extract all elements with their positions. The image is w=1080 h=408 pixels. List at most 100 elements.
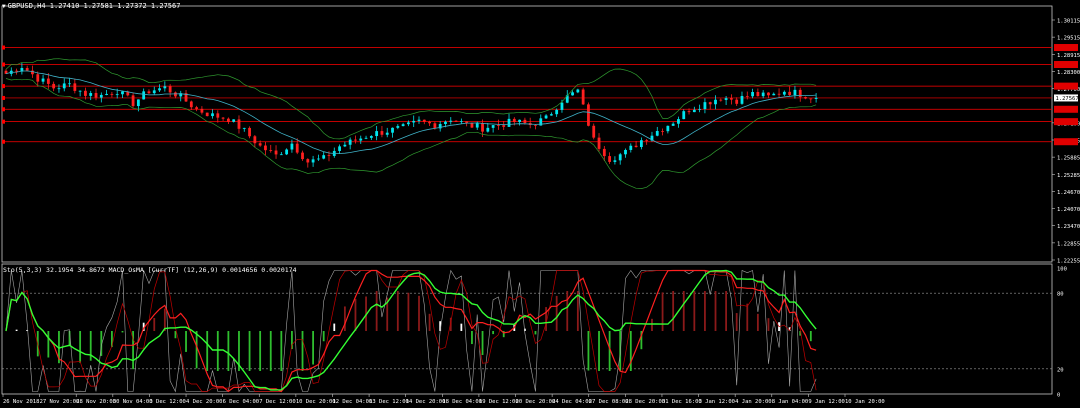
candle-body — [587, 104, 590, 126]
candle-body — [301, 152, 304, 160]
candle-body — [677, 119, 680, 124]
candle-body — [311, 159, 315, 163]
caret-down-icon[interactable]: ▼ — [2, 3, 6, 10]
level-marker — [2, 119, 5, 124]
candle-body — [687, 111, 691, 113]
price-tag — [1054, 44, 1078, 52]
candle-body — [158, 88, 161, 91]
candle-body — [661, 130, 664, 132]
candle-body — [549, 114, 553, 116]
candle-body — [200, 108, 204, 113]
candle-body — [613, 160, 617, 162]
time-axis-label: 27 Nov 20:00 — [40, 399, 80, 405]
indicator-axis-label: 100 — [1057, 267, 1067, 273]
candle-body — [470, 122, 474, 128]
candle-body — [316, 158, 320, 160]
price-axis-label: 1.24070 — [1057, 207, 1080, 213]
candle-body — [359, 138, 363, 141]
candle-body — [809, 98, 813, 100]
osma-bar — [227, 331, 230, 371]
osma-bar — [153, 317, 156, 331]
level-marker — [2, 84, 5, 89]
price-tag — [1054, 105, 1078, 113]
candle-body — [57, 88, 61, 90]
price-tag — [1054, 138, 1078, 146]
candle-body — [475, 123, 479, 128]
osma-bar — [47, 331, 50, 358]
candle-body — [211, 113, 214, 117]
candle-body — [136, 99, 140, 107]
candle-body — [666, 125, 670, 132]
time-axis-label: 10 Dec 20:00 — [296, 399, 336, 405]
osma-bar — [672, 291, 675, 331]
osma-bar — [269, 331, 272, 371]
candle-body — [798, 89, 802, 98]
candle-body — [322, 155, 326, 159]
indicator-axis-label: 20 — [1057, 367, 1064, 373]
candle-body — [221, 117, 225, 119]
osma-bar — [301, 331, 304, 371]
osma-bar — [418, 295, 420, 331]
candle-body — [364, 137, 368, 139]
candle-body — [290, 143, 294, 150]
candle-body — [295, 143, 299, 153]
candle-body — [147, 91, 151, 94]
osma-bar — [545, 307, 547, 331]
candle-body — [608, 156, 612, 162]
price-axis-label: 1.25285 — [1057, 173, 1080, 179]
osma-bar — [566, 291, 569, 331]
candle-body — [507, 118, 511, 127]
candle-body — [189, 101, 193, 108]
candle-body — [793, 89, 797, 96]
osma-bar — [746, 303, 749, 331]
price-axis-label: 1.28300 — [1057, 70, 1080, 76]
candle-body — [777, 93, 781, 95]
candle-body — [555, 109, 559, 115]
candle-body — [41, 78, 45, 82]
chart-canvas[interactable]: 1.301151.295151.289151.283001.277001.271… — [0, 0, 1080, 408]
candle-body — [729, 98, 733, 100]
osma-bar — [651, 318, 653, 331]
level-marker — [2, 62, 5, 67]
candle-body — [343, 144, 347, 147]
price-axis-label: 1.22855 — [1057, 241, 1080, 247]
candle-body — [465, 121, 469, 123]
candle-body — [237, 119, 241, 129]
level-marker — [2, 95, 5, 100]
candle-body — [454, 120, 458, 122]
candle-body — [518, 119, 522, 122]
time-axis-label: 9 Jan 12:00 — [808, 399, 844, 405]
osma-bar — [693, 291, 696, 331]
osma-bar — [407, 292, 410, 331]
price-tag — [1054, 118, 1078, 126]
candle-body — [782, 91, 786, 95]
osma-bar — [492, 331, 495, 335]
candle-body — [306, 159, 310, 163]
osma-bar — [471, 331, 473, 345]
osma-bar — [216, 331, 219, 371]
candle-body — [481, 123, 484, 132]
price-axis-label: 1.23470 — [1057, 224, 1080, 230]
symbol-label: GBPUSD,H4 — [7, 2, 46, 10]
candle-body — [751, 92, 754, 97]
candle-body — [417, 119, 421, 121]
osma-bar — [534, 331, 537, 335]
price-tag — [1054, 61, 1078, 69]
osma-bar — [259, 331, 262, 371]
osma-bar — [428, 313, 431, 331]
candle-body — [232, 119, 236, 122]
osma-bar — [280, 331, 283, 371]
time-axis-label: 28 Dec 20:00 — [625, 399, 665, 405]
candle-body — [73, 83, 77, 91]
candle-body — [142, 91, 146, 100]
indicator-axis-label: 80 — [1057, 292, 1064, 298]
osma-bar — [576, 291, 579, 331]
candle-body — [497, 125, 500, 126]
candle-body — [216, 113, 220, 118]
time-axis-label: 18 Dec 04:00 — [442, 399, 482, 405]
time-axis-label: 26 Nov 2018 — [3, 399, 39, 405]
osma-bar — [682, 291, 685, 331]
candle-body — [523, 119, 527, 124]
osma-bar — [206, 331, 209, 371]
osma-bar — [598, 331, 600, 371]
